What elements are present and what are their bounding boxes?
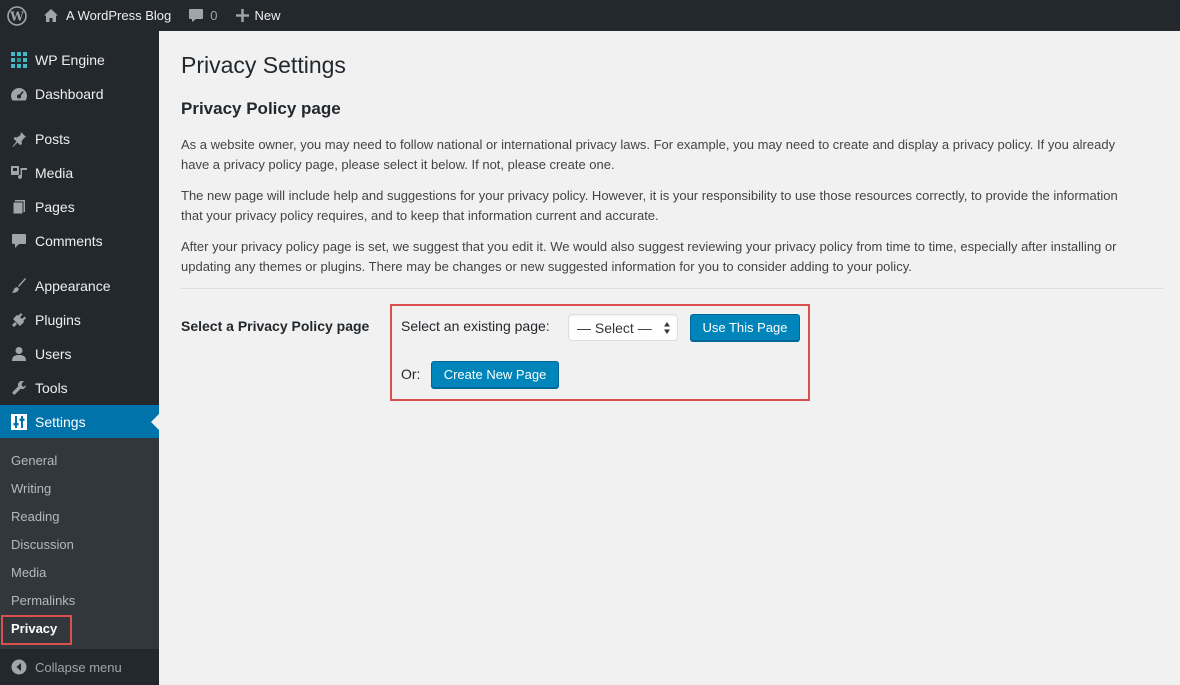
comment-bubble-icon [188,8,204,23]
sidebar-item-label: Plugins [35,312,81,328]
submenu-item-writing[interactable]: Writing [11,481,51,496]
wrench-icon [0,380,35,396]
paintbrush-icon [0,278,35,294]
existing-page-label: Select an existing page: [401,318,550,334]
collapse-menu-label: Collapse menu [35,659,122,675]
select-arrows-icon [663,320,671,339]
site-name-link[interactable]: A WordPress Blog [34,0,179,31]
wordpress-logo-icon[interactable]: W [0,0,34,31]
collapse-menu-button[interactable]: Collapse menu [0,650,159,684]
user-icon [0,346,35,362]
sidebar-item-label: WP Engine [35,52,105,68]
submenu-item-permalinks[interactable]: Permalinks [11,593,75,608]
sidebar-item-dashboard[interactable]: Dashboard [0,77,159,111]
settings-icon [0,414,35,430]
existing-page-select[interactable]: — Select — [568,314,678,341]
svg-text:W: W [9,9,24,23]
submenu-item-discussion[interactable]: Discussion [11,537,74,552]
pages-icon [0,199,35,215]
or-label: Or: [401,366,421,382]
use-this-page-button[interactable]: Use This Page [690,314,800,341]
section-title: Privacy Policy page [181,99,341,118]
submenu-item-media[interactable]: Media [11,565,46,580]
privacy-highlight-box [1,615,72,645]
sidebar-item-label: Media [35,165,74,181]
sidebar-item-wp-engine[interactable]: WP Engine [0,43,159,77]
admin-bar: W A WordPress Blog 0 New [0,0,1180,31]
sidebar-item-pages[interactable]: Pages [0,190,159,224]
edit-suggestion-paragraph: After your privacy policy page is set, w… [181,239,1117,274]
privacy-page-row-label: Select a Privacy Policy page [181,318,370,334]
comments-count: 0 [210,8,218,23]
sidebar-item-posts[interactable]: Posts [0,122,159,156]
submenu-item-reading[interactable]: Reading [11,509,59,524]
sidebar-item-users[interactable]: Users [0,337,159,371]
sidebar-item-settings[interactable]: Settings [0,405,159,439]
sidebar-item-label: Pages [35,199,75,215]
new-content-link[interactable]: New [226,0,289,31]
new-label: New [254,8,281,23]
select-value: — Select — [577,319,652,336]
sidebar-item-label: Dashboard [35,86,104,102]
divider [181,288,1163,289]
responsibility-paragraph: The new page will include help and sugge… [181,188,1118,223]
plus-icon [235,9,249,22]
sidebar-item-tools[interactable]: Tools [0,371,159,405]
sidebar-item-label: Users [35,346,72,362]
sidebar-item-label: Settings [35,414,86,430]
page-title: Privacy Settings [181,52,346,78]
home-icon [43,8,59,23]
submenu-item-general[interactable]: General [11,453,57,468]
wp-engine-icon [0,52,35,68]
sidebar-item-plugins[interactable]: Plugins [0,303,159,337]
intro-paragraph: As a website owner, you may need to foll… [181,137,1116,172]
sidebar-item-label: Appearance [35,278,111,294]
sidebar-item-label: Comments [35,233,103,249]
sidebar-item-appearance[interactable]: Appearance [0,269,159,303]
media-icon [0,165,35,181]
dashboard-icon [0,86,35,102]
sidebar-item-label: Posts [35,131,71,147]
collapse-arrow-icon [0,659,35,675]
admin-sidebar: WP Engine Dashboard Posts Media Pages Co… [0,31,159,685]
plugin-icon [0,312,35,328]
pushpin-icon [0,131,35,147]
comment-icon [0,233,35,249]
sidebar-item-comments[interactable]: Comments [0,224,159,258]
sidebar-item-media[interactable]: Media [0,156,159,190]
sidebar-item-label: Tools [35,380,68,396]
comments-link[interactable]: 0 [179,0,225,31]
create-new-page-button[interactable]: Create New Page [431,361,559,388]
site-name: A WordPress Blog [66,8,172,23]
